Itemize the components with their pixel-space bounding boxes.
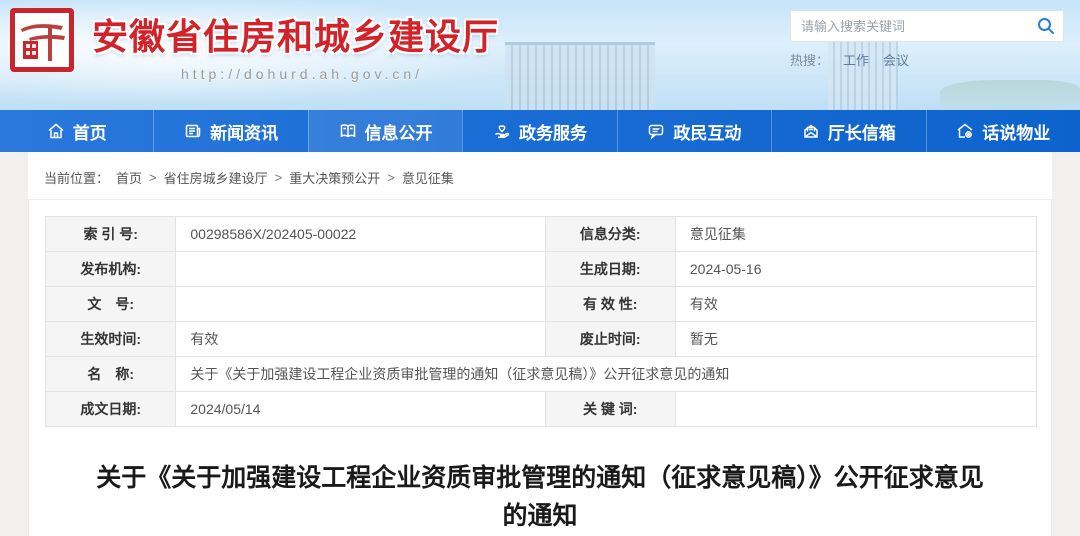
breadcrumb-home[interactable]: 首页 [116,168,142,187]
meta-label-index-number: 索 引 号: [46,217,176,252]
site-identity: 安徽省住房和城乡建设厅 http://dohurd.ah.gov.cn/ [92,8,512,82]
meta-value-written-date: 2024/05/14 [176,392,545,427]
hot-search: 热搜： 工作 会议 [790,50,1064,69]
meta-label-issuing-agency: 发布机构: [46,252,176,287]
hot-search-link-meeting[interactable]: 会议 [883,50,909,69]
site-url: http://dohurd.ah.gov.cn/ [92,66,512,82]
table-row: 名 称: 关于《关于加强建设工程企业资质审批管理的通知（征求意见稿）》公开征求意… [46,357,1037,392]
breadcrumb-separator: > [149,170,157,185]
hills-image [940,80,1080,110]
site-title: 安徽省住房和城乡建设厅 [92,8,512,60]
breadcrumb-department[interactable]: 省住房城乡建设厅 [164,168,268,187]
meta-value-validity: 有效 [675,287,1036,322]
meta-value-index-number: 00298586X/202405-00022 [176,217,545,252]
meta-value-generation-date: 2024-05-16 [675,252,1036,287]
meta-value-info-category: 意见征集 [675,217,1036,252]
meta-value-repeal-time: 暂无 [675,322,1036,357]
meta-value-issuing-agency [176,252,545,287]
nav-item-label: 信息公开 [365,119,433,144]
hot-search-label: 热搜： [790,50,829,69]
search-button[interactable] [1029,11,1063,41]
breadcrumb-separator: > [387,170,395,185]
home-icon [47,122,65,140]
main-nav: 首页 新闻资讯 信息公开 政务服务 政民互动 [0,110,1080,152]
table-row: 发布机构: 生成日期: 2024-05-16 [46,252,1037,287]
building-image [505,42,655,110]
meta-label-validity: 有 效 性: [545,287,675,322]
meta-value-effective-time: 有效 [176,322,545,357]
services-icon [493,122,511,140]
site-header: 安徽省住房和城乡建设厅 http://dohurd.ah.gov.cn/ 热搜：… [0,0,1080,110]
nav-item-label: 首页 [73,119,107,144]
nav-item-label: 政务服务 [519,119,587,144]
meta-label-keywords: 关 键 词: [545,392,675,427]
main-content: 当前位置： 首页 > 省住房城乡建设厅 > 重大决策预公开 > 意见征集 索 引… [28,152,1052,536]
news-icon [184,122,202,140]
search-icon [1037,17,1055,35]
meta-label-generation-date: 生成日期: [545,252,675,287]
nav-item-label: 厅长信箱 [828,119,896,144]
breadcrumb-solicitation[interactable]: 意见征集 [402,168,454,187]
nav-item-mailbox[interactable]: 厅长信箱 [771,110,925,152]
nav-item-info-disclosure[interactable]: 信息公开 [308,110,462,152]
hot-search-link-work[interactable]: 工作 [843,50,869,69]
meta-label-info-category: 信息分类: [545,217,675,252]
search-box [790,10,1064,42]
breadcrumb-prefix: 当前位置： [44,168,109,187]
interaction-icon [647,122,665,140]
document-meta-table: 索 引 号: 00298586X/202405-00022 信息分类: 意见征集… [45,216,1037,427]
table-row: 索 引 号: 00298586X/202405-00022 信息分类: 意见征集 [46,217,1037,252]
meta-label-repeal-time: 废止时间: [545,322,675,357]
table-row: 成文日期: 2024/05/14 关 键 词: [46,392,1037,427]
breadcrumb-pre-disclosure[interactable]: 重大决策预公开 [289,168,380,187]
mailbox-icon [802,122,820,140]
nav-item-label: 政民互动 [673,119,741,144]
search-input[interactable] [791,19,1029,34]
article-title: 关于《关于加强建设工程企业资质审批管理的通知（征求意见稿）》公开征求意见的通知 [93,459,987,535]
table-row: 生效时间: 有效 废止时间: 暂无 [46,322,1037,357]
meta-value-name: 关于《关于加强建设工程企业资质审批管理的通知（征求意见稿）》公开征求意见的通知 [176,357,1037,392]
meta-value-keywords [675,392,1036,427]
gate-emblem-icon [15,13,69,67]
info-disclosure-icon [339,122,357,140]
meta-value-doc-number [176,287,545,322]
property-icon [956,122,974,140]
document-card: 索 引 号: 00298586X/202405-00022 信息分类: 意见征集… [28,199,1052,536]
meta-label-name: 名 称: [46,357,176,392]
meta-label-effective-time: 生效时间: [46,322,176,357]
meta-label-written-date: 成文日期: [46,392,176,427]
nav-item-services[interactable]: 政务服务 [462,110,616,152]
nav-item-news[interactable]: 新闻资讯 [153,110,307,152]
nav-item-home[interactable]: 首页 [0,110,153,152]
nav-item-label: 新闻资讯 [210,119,278,144]
nav-item-label: 话说物业 [982,119,1050,144]
table-row: 文 号: 有 效 性: 有效 [46,287,1037,322]
nav-item-interaction[interactable]: 政民互动 [617,110,771,152]
search-area: 热搜： 工作 会议 [790,10,1064,69]
nav-item-property[interactable]: 话说物业 [926,110,1080,152]
meta-label-doc-number: 文 号: [46,287,176,322]
breadcrumb-separator: > [275,170,283,185]
breadcrumb: 当前位置： 首页 > 省住房城乡建设厅 > 重大决策预公开 > 意见征集 [28,166,1052,199]
site-logo [10,8,74,72]
